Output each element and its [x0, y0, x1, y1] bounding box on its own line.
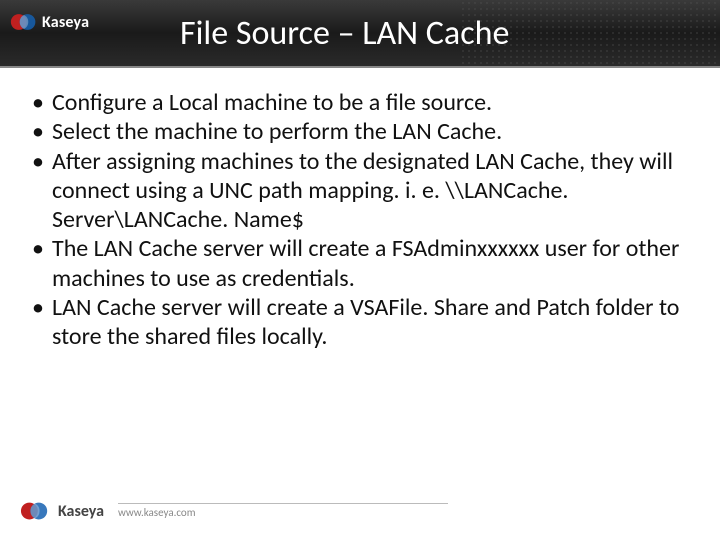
bullet-item: Configure a Local machine to be a file s… [24, 88, 692, 117]
bullet-item: Select the machine to perform the LAN Ca… [24, 117, 692, 146]
brand-url: www.kaseya.com [118, 503, 448, 519]
slide: Kaseya File Source – LAN Cache Configure… [0, 0, 720, 540]
bullet-item: LAN Cache server will create a VSAFile. … [24, 293, 692, 352]
brand-name-footer: Kaseya [58, 502, 104, 521]
content-area: Configure a Local machine to be a file s… [24, 88, 692, 351]
bullet-item: The LAN Cache server will create a FSAdm… [24, 234, 692, 293]
bullet-list: Configure a Local machine to be a file s… [24, 88, 692, 351]
slide-title: File Source – LAN Cache [0, 0, 720, 66]
brand-icon-footer [20, 496, 50, 526]
footer: Kaseya www.kaseya.com [20, 496, 448, 526]
bullet-item: After assigning machines to the designat… [24, 147, 692, 235]
header-bar: Kaseya File Source – LAN Cache [0, 0, 720, 68]
